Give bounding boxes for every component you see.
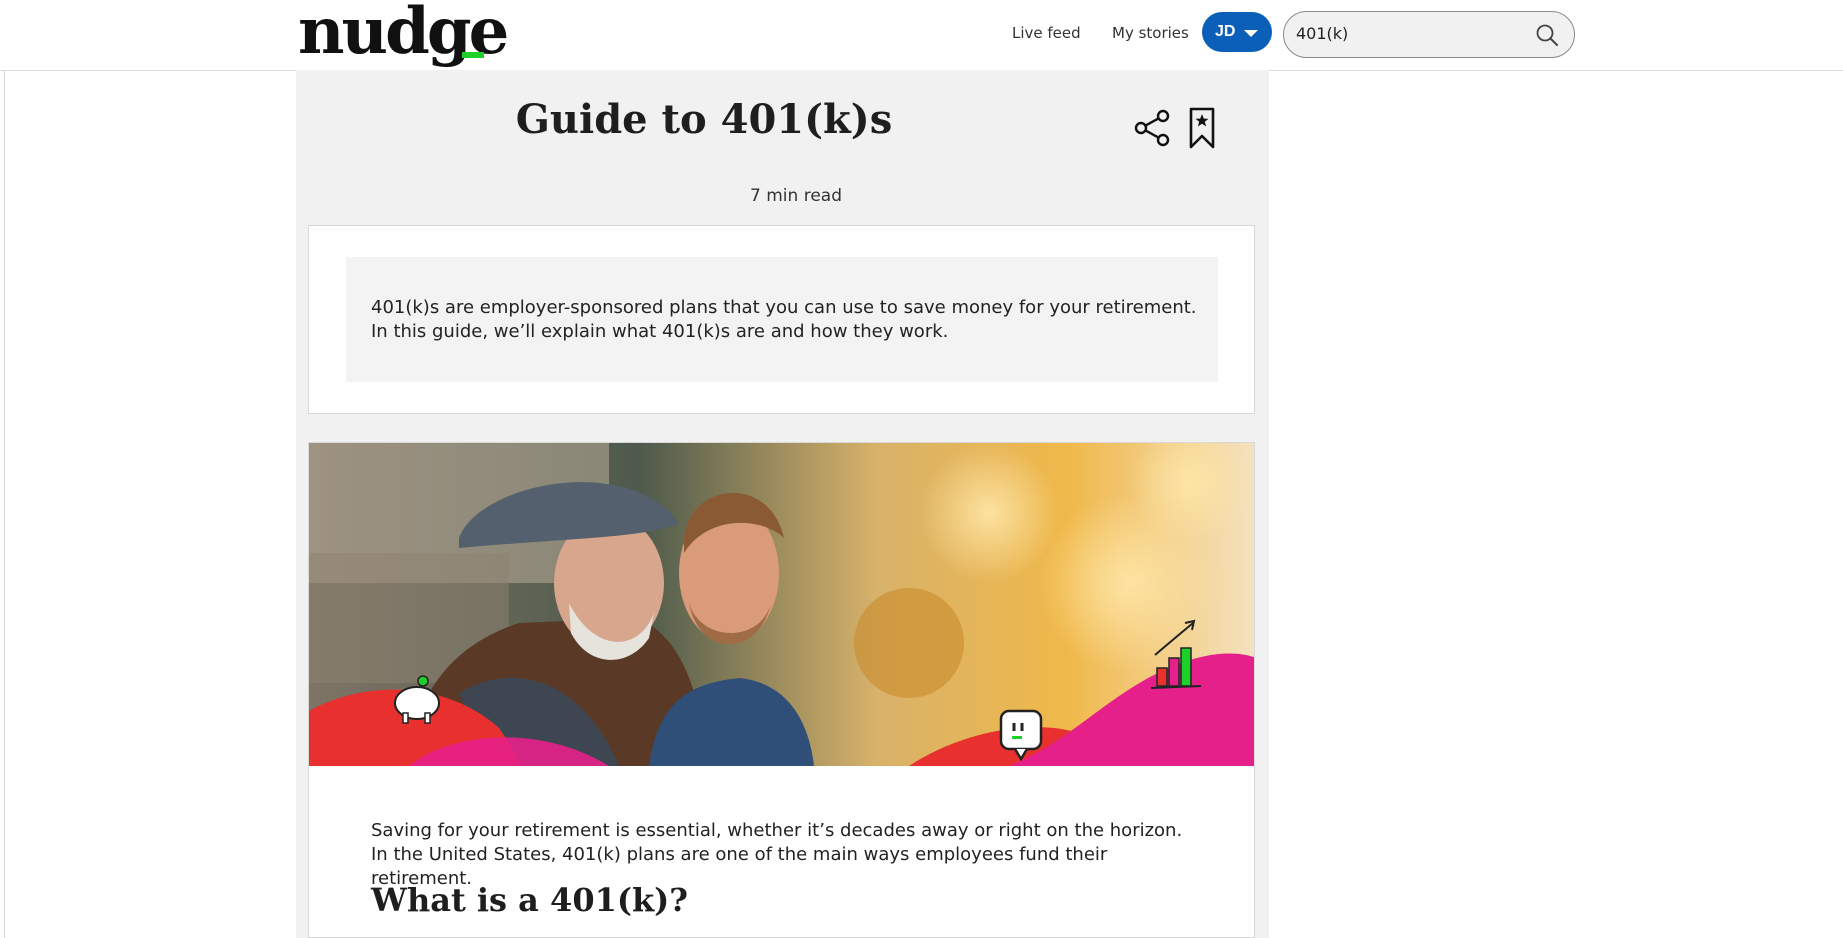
site-header: nudge Live feed My stories JD bbox=[0, 0, 1843, 71]
search-icon[interactable] bbox=[1534, 22, 1560, 48]
hero-image bbox=[309, 443, 1254, 766]
article-column: Guide to 401(k)s 7 min read 401(k)s are … bbox=[296, 70, 1269, 938]
search-input[interactable] bbox=[1296, 24, 1516, 43]
user-initials: JD bbox=[1215, 23, 1236, 40]
section-heading: What is a 401(k)? bbox=[371, 881, 689, 919]
nav-live-feed[interactable]: Live feed bbox=[1012, 24, 1081, 42]
summary-box: 401(k)s are employer-sponsored plans tha… bbox=[346, 257, 1218, 382]
read-time: 7 min read bbox=[750, 186, 842, 206]
nav-my-stories[interactable]: My stories bbox=[1112, 24, 1189, 42]
caret-down-icon bbox=[1244, 30, 1258, 37]
bookmark-icon[interactable] bbox=[1187, 106, 1217, 150]
share-icon[interactable] bbox=[1133, 108, 1173, 148]
logo-accent-bar bbox=[462, 52, 484, 58]
summary-card: 401(k)s are employer-sponsored plans tha… bbox=[308, 225, 1255, 414]
article-body: Saving for your retirement is essential,… bbox=[308, 442, 1255, 938]
window-left-border bbox=[4, 0, 5, 938]
summary-text: 401(k)s are employer-sponsored plans tha… bbox=[371, 297, 1197, 342]
search-box bbox=[1283, 11, 1575, 58]
article-title: Guide to 401(k)s bbox=[515, 96, 893, 143]
user-menu-button[interactable]: JD bbox=[1202, 12, 1272, 52]
